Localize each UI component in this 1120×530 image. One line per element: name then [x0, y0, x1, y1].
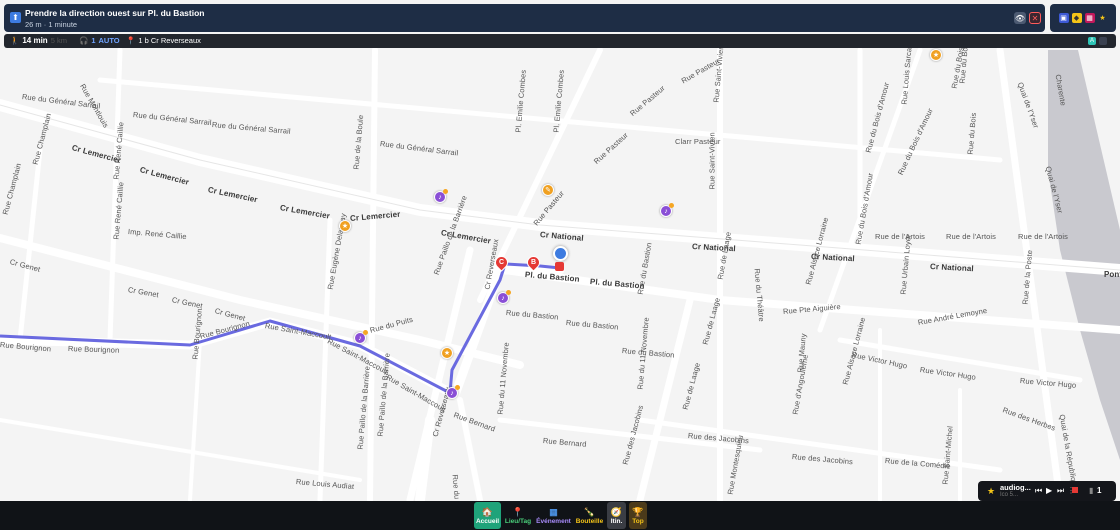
layers-icon[interactable]: ▣ — [1058, 13, 1069, 23]
previous-icon[interactable]: ⏮ — [1035, 486, 1042, 496]
info-badge[interactable]: A — [1088, 37, 1096, 45]
audio-subtitle: Ico 5... — [1000, 492, 1019, 498]
stop-icon[interactable] — [1072, 487, 1078, 493]
up-arrow-icon: ⬆ — [10, 12, 21, 23]
queue-icon: ▮ — [1089, 486, 1094, 495]
star-icon[interactable]: ★ — [1098, 13, 1108, 23]
nav-itinerary-button[interactable]: 🧭 Itin. — [607, 502, 626, 529]
bottle-icon: 🍾 — [583, 506, 596, 517]
star-icon: ★ — [987, 486, 996, 496]
poi-marker[interactable]: ★ — [930, 49, 942, 61]
pin-icon: 📍 — [512, 506, 524, 517]
top-right-toolbar: ▣ ◆ ▦ ★ — [1050, 4, 1116, 32]
next-icon[interactable]: ⏭ — [1057, 486, 1064, 496]
poi-marker[interactable]: ★ — [339, 220, 351, 232]
street-label: Rue Bourignon — [67, 344, 120, 355]
map-view[interactable]: Rue du Général Sarrail Rue du Général Sa… — [0, 0, 1120, 530]
nav-bottle-button[interactable]: 🍾 Bouteille — [575, 502, 604, 529]
trophy-icon: 🏆 — [632, 506, 644, 517]
headphones-icon: 🎧 — [79, 36, 89, 45]
poi-marker[interactable]: ♪ — [660, 203, 674, 217]
compass-icon: 🧭 — [610, 506, 623, 517]
nav-top-button[interactable]: 🏆 Top — [629, 502, 647, 529]
eye-icon[interactable]: 👁 — [1014, 12, 1026, 24]
audio-player: ★ audiog... Ico 5... ⏮ ▶ ⏭ ⋮ ▮ 1 — [978, 481, 1116, 501]
distance-time: 26 m · 1 minute — [25, 20, 78, 29]
play-icon[interactable]: ▶ — [1046, 486, 1052, 495]
street-label: Rue de l'Artois — [875, 232, 926, 241]
poi-marker[interactable]: ♪ — [497, 290, 511, 304]
user-position-icon — [555, 262, 564, 271]
poi-marker[interactable]: ♪ — [354, 330, 368, 344]
street-label: Rue de l'Artois — [1018, 232, 1069, 241]
walk-icon: 🚶 — [10, 36, 20, 45]
pin-icon: 📍 — [126, 36, 136, 45]
queue-count: 1 — [1097, 486, 1102, 495]
street-label: Rue de l'Artois — [946, 232, 997, 241]
calendar-icon[interactable]: ▦ — [1084, 13, 1095, 23]
poi-marker[interactable]: ♪ — [446, 385, 460, 399]
calendar-icon: ▦ — [549, 506, 558, 517]
instruction-text: Prendre la direction ouest sur Pl. du Ba… — [25, 8, 205, 18]
navigation-banner: ⬆ Prendre la direction ouest sur Pl. du … — [4, 4, 1045, 32]
bottom-navigation: 🏠 Accueil 📍 Lieu/Tag ▦ Événement 🍾 Boute… — [0, 501, 1120, 530]
home-icon: 🏠 — [481, 506, 494, 517]
street-label: Pont — [1104, 270, 1120, 279]
tag-icon[interactable]: ◆ — [1071, 13, 1082, 23]
route-info-bar: 🚶 14 min 5 km 🎧 1 AUTO 📍 1 b Cr Reversea… — [4, 34, 1116, 48]
transport-mode[interactable]: 🎧 1 AUTO — [79, 36, 120, 45]
poi-marker[interactable]: ★ — [441, 347, 453, 359]
location-pin-icon[interactable] — [553, 246, 568, 261]
street-label: Clarr Pasteur — [675, 137, 721, 146]
nav-place-button[interactable]: 📍 Lieu/Tag — [504, 502, 532, 529]
poi-marker[interactable]: ✎ — [542, 184, 554, 196]
menu-icon[interactable] — [1099, 37, 1107, 45]
audio-title: audiog... — [1000, 483, 1031, 492]
app-root: Rue du Général Sarrail Rue du Général Sa… — [0, 0, 1120, 530]
nav-event-button[interactable]: ▦ Événement — [535, 502, 572, 529]
poi-marker[interactable]: ♪ — [434, 189, 448, 203]
close-navigation-button[interactable]: ✕ — [1029, 12, 1041, 24]
destination: 📍 1 b Cr Reverseaux — [126, 36, 201, 45]
nav-home-button[interactable]: 🏠 Accueil — [474, 502, 501, 529]
duration: 🚶 14 min 5 km — [10, 36, 67, 45]
